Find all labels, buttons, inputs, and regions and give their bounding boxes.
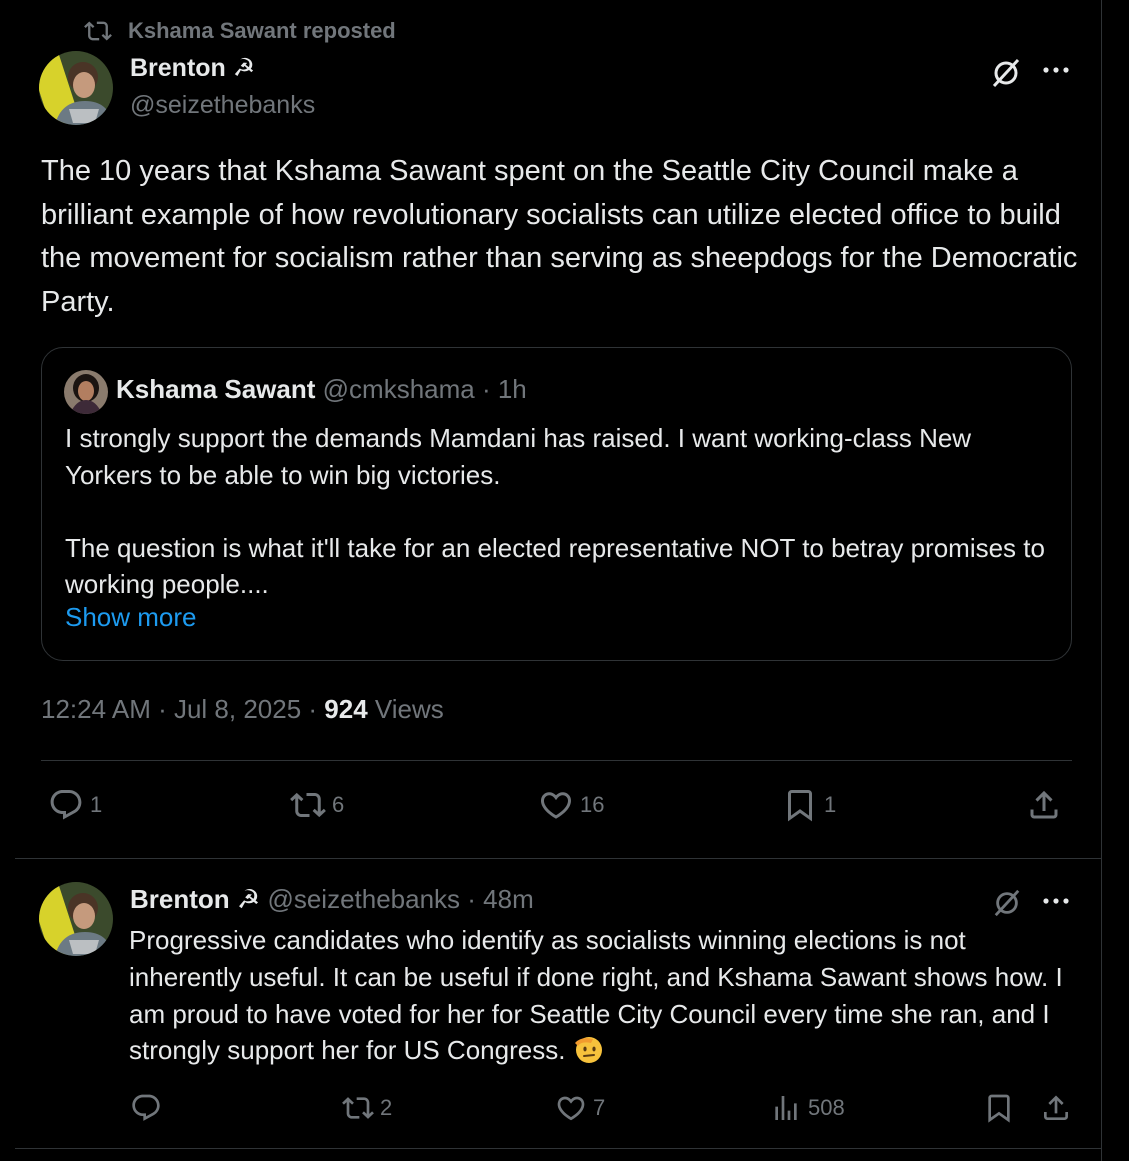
reply-icon — [132, 1094, 160, 1121]
bookmark-button[interactable]: 1 — [782, 787, 836, 823]
reply-views-button[interactable]: 508 — [770, 1092, 845, 1124]
reply-count: 1 — [90, 792, 103, 817]
saluting-face-icon — [574, 1037, 602, 1064]
share-button[interactable] — [1026, 787, 1062, 823]
author-handle[interactable]: @seizethebanks — [130, 91, 315, 120]
bookmark-count: 1 — [824, 792, 837, 817]
reply-reply-button[interactable] — [130, 1092, 168, 1124]
reply-button[interactable]: 1 — [48, 787, 102, 823]
repost-banner[interactable]: Kshama Sawant reposted — [84, 14, 396, 48]
share-icon — [1030, 790, 1058, 819]
reply-avatar[interactable] — [39, 882, 113, 956]
author-name[interactable]: Brenton ☭ — [130, 53, 255, 83]
grok-icon[interactable] — [986, 53, 1026, 93]
reply-share-button[interactable] — [1040, 1092, 1072, 1124]
timeline-column: Kshama Sawant reposted Brenton ☭ @seizet… — [0, 0, 1102, 1161]
like-count: 16 — [580, 792, 605, 817]
reply-bookmark-button[interactable] — [983, 1092, 1015, 1124]
reply-text: Progressive candidates who identify as s… — [129, 922, 1079, 1069]
quote-author-handle[interactable]: @cmkshama — [323, 374, 475, 404]
heart-icon — [557, 1096, 585, 1121]
post-timestamp[interactable]: 12:24 AM · Jul 8, 2025 · — [41, 694, 324, 724]
repost-count: 6 — [332, 792, 345, 817]
reply-like-count: 7 — [593, 1095, 606, 1120]
reply-repost-count: 2 — [380, 1095, 393, 1120]
ellipsis-icon — [1043, 898, 1069, 904]
show-more-link[interactable]: Show more — [65, 602, 197, 633]
views-count: 924 — [324, 694, 368, 724]
repost-icon — [84, 21, 112, 41]
reply-more-options-icon[interactable] — [1036, 884, 1076, 918]
divider — [15, 858, 1102, 859]
heart-icon — [540, 792, 572, 819]
reply-grok-icon[interactable] — [988, 884, 1026, 922]
quoted-post[interactable]: Kshama Sawant @cmkshama · 1h I strongly … — [41, 347, 1072, 661]
quote-header: Kshama Sawant @cmkshama · 1h — [116, 374, 527, 405]
reply-header: Brenton ☭ @seizethebanks · 48m — [130, 884, 534, 915]
reply-icon — [50, 790, 82, 820]
repost-button[interactable]: 6 — [290, 787, 344, 823]
reply-views-count: 508 — [808, 1095, 845, 1120]
quote-avatar[interactable] — [64, 370, 108, 414]
quote-paragraph: I strongly support the demands Mamdani h… — [65, 423, 972, 490]
quote-avatar-image — [64, 370, 108, 414]
repost-icon — [290, 792, 326, 818]
bookmark-icon — [988, 1094, 1010, 1123]
post-meta: 12:24 AM · Jul 8, 2025 · 924 Views — [41, 694, 444, 725]
reply-like-button[interactable]: 7 — [555, 1092, 605, 1124]
grok-slash-icon — [992, 58, 1020, 88]
repost-banner-text: Kshama Sawant reposted — [128, 18, 396, 43]
reply-author-name[interactable]: Brenton ☭ — [130, 884, 260, 914]
quote-text: I strongly support the demands Mamdani h… — [65, 420, 1060, 603]
analytics-icon — [775, 1096, 797, 1120]
share-icon — [1044, 1095, 1068, 1120]
divider — [41, 760, 1072, 761]
quote-paragraph: The question is what it'll take for an e… — [65, 532, 1045, 600]
avatar[interactable] — [39, 51, 113, 125]
avatar-image — [39, 51, 113, 125]
avatar-image — [39, 882, 113, 956]
quote-time[interactable]: · 1h — [482, 374, 527, 404]
like-button[interactable]: 16 — [538, 787, 604, 823]
ellipsis-icon — [1043, 67, 1069, 73]
more-options-icon[interactable] — [1036, 53, 1076, 87]
reply-time[interactable]: · 48m — [467, 884, 533, 914]
reply-repost-button[interactable]: 2 — [342, 1092, 392, 1124]
divider — [15, 1148, 1102, 1149]
repost-icon — [342, 1097, 374, 1119]
reply-author-handle[interactable]: @seizethebanks — [267, 884, 460, 914]
quote-author-name[interactable]: Kshama Sawant — [116, 374, 315, 404]
grok-slash-icon — [994, 889, 1020, 917]
views-label: Views — [367, 694, 444, 724]
bookmark-icon — [788, 790, 812, 822]
post-text: The 10 years that Kshama Sawant spent on… — [41, 155, 1078, 318]
